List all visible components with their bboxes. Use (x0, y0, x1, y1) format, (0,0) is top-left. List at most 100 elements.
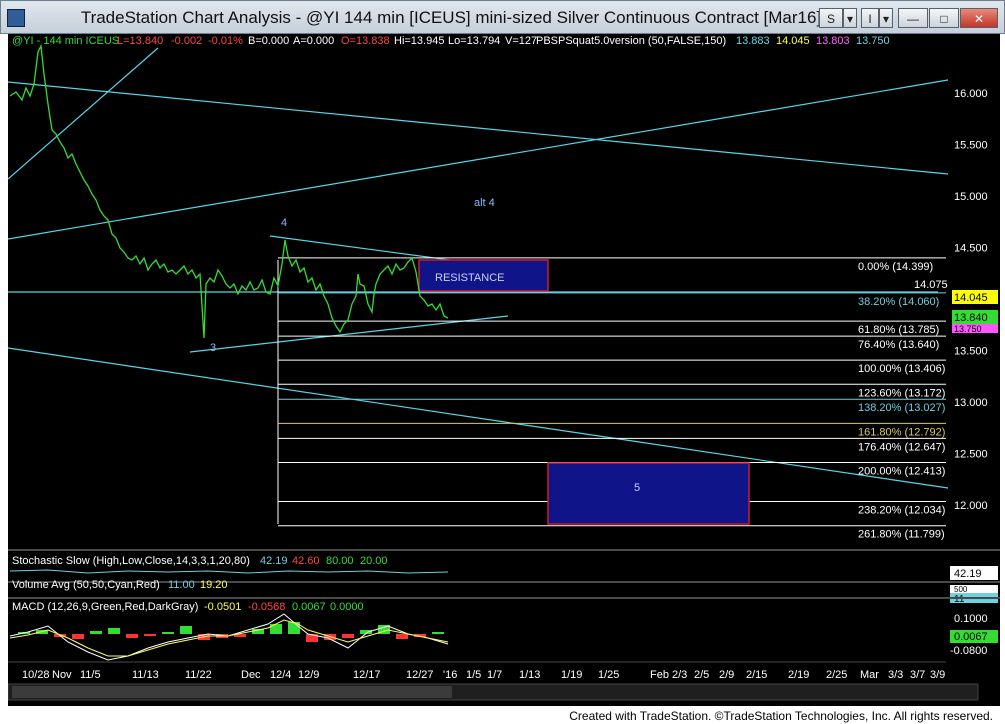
last-price: L=13.840 (117, 35, 163, 47)
time-label-22: 2/25 (826, 669, 847, 681)
time-label-15: 1/25 (598, 669, 619, 681)
time-label-3: 11/13 (132, 669, 159, 681)
price-tick-8: 12.000 (954, 500, 988, 512)
time-label-9: 12/27 (406, 669, 434, 681)
macd-label: MACD (12,26,9,Green,Red,DarkGray) (12, 601, 198, 613)
resistance-label: RESISTANCE (435, 272, 504, 284)
price-badge-1-text: 14.045 (954, 292, 988, 304)
stoch-label: Stochastic Slow (High,Low,Close,14,3,3,1… (12, 555, 250, 567)
time-label-1: Nov (52, 669, 72, 681)
open-value: O=13.838 (341, 35, 390, 47)
time-label-14: 1/19 (561, 669, 582, 681)
time-label-12: 1/7 (487, 669, 502, 681)
footer-bar: Created with TradeStation. ©TradeStation… (0, 706, 1005, 724)
wave5-label: 5 (634, 482, 640, 494)
time-label-13: 1/13 (519, 669, 540, 681)
fib-label-1: 38.20% (14.060) (858, 296, 939, 308)
wave5-target-zone[interactable] (547, 462, 750, 525)
fib-label-10: 238.20% (12.034) (858, 504, 945, 516)
close-button[interactable]: ✕ (960, 8, 998, 28)
study-label: PBSPSquat5.0version (50,FALSE,150) (536, 35, 726, 47)
bid-value: B=0.000 (248, 35, 289, 47)
price-badge-3-text: 13.750 (954, 324, 982, 334)
stoch-value-3: 80.00 (326, 555, 354, 567)
macd-bar-14 (270, 624, 282, 634)
wave4-label: 4 (281, 217, 287, 229)
time-label-16: Feb (650, 669, 669, 681)
macd-tick-1: 0.1000 (954, 613, 988, 625)
fib-label-0: 0.00% (14.399) (858, 261, 933, 273)
macd-bar-8 (162, 632, 174, 634)
lo-value: Lo=13.794 (448, 35, 500, 47)
macd-value-3: 0.0067 (292, 601, 326, 613)
macd-tick-2: -0.0800 (950, 645, 987, 657)
change-value: -0.002 (171, 35, 202, 47)
price-tick-3: 14.500 (954, 243, 988, 255)
macd-bar-7 (144, 634, 156, 636)
i-menu-button[interactable]: I (861, 8, 879, 28)
stoch-value-1: 42.19 (260, 555, 288, 567)
time-label-4: 11/22 (185, 669, 212, 681)
macd-value-1: -0.0501 (204, 601, 241, 613)
fib-label-8: 176.40% (12.647) (858, 441, 945, 453)
fib-label-7: 161.80% (12.792) (858, 426, 945, 438)
stoch-line (9, 569, 449, 574)
fib-label-9: 200.00% (12.413) (858, 465, 945, 477)
macd-bar-6 (126, 634, 138, 638)
time-label-26: 3/9 (930, 669, 945, 681)
time-scrollbar-thumb[interactable] (12, 686, 452, 698)
volume-value-1: 11.00 (168, 579, 195, 591)
time-label-7: 12/9 (298, 669, 319, 681)
s-menu-button[interactable]: S (819, 8, 843, 28)
s-dropdown-icon[interactable]: ▾ (843, 8, 857, 28)
time-label-11: 1/5 (466, 669, 481, 681)
level-14075-label: 14.075 (914, 279, 948, 291)
volume-value: V=127 (505, 35, 537, 47)
study-value-2: 14.045 (776, 35, 810, 47)
stoch-value-4: 20.00 (360, 555, 388, 567)
price-series (9, 43, 449, 339)
i-dropdown-icon[interactable]: ▾ (879, 8, 893, 28)
study-value-4: 13.750 (856, 35, 890, 47)
time-label-25: 3/7 (910, 669, 925, 681)
time-label-5: Dec (241, 669, 261, 681)
time-label-19: 2/9 (719, 669, 734, 681)
change-pct: -0.01% (208, 35, 243, 47)
price-tick-1: 15.500 (954, 140, 988, 152)
time-label-10: '16 (443, 669, 457, 681)
macd-bar-21 (396, 634, 408, 639)
price-tick-6: 13.000 (954, 397, 988, 409)
restore-button[interactable]: □ (929, 8, 959, 28)
chart-area[interactable]: @YI - 144 min ICEUS L=13.840 -0.002 -0.0… (8, 34, 1000, 706)
macd-bar-9 (180, 626, 192, 634)
macd-value-2: -0.0568 (248, 601, 285, 613)
time-label-18: 2/5 (694, 669, 709, 681)
volume-badge-1-text: 500 (954, 585, 968, 594)
title-bar: TradeStation Chart Analysis - @YI 144 mi… (0, 0, 1005, 34)
volume-value-2: 19.20 (200, 579, 228, 591)
macd-badge-text: 0.0067 (954, 631, 988, 643)
time-label-24: 3/3 (888, 669, 903, 681)
price-tick-5: 13.500 (954, 346, 988, 358)
minimize-button[interactable]: — (898, 8, 928, 28)
price-tick-0: 16.000 (954, 88, 988, 100)
fib-label-2: 61.80% (13.785) (858, 324, 939, 336)
volume-label: Volume Avg (50,50,Cyan,Red) (12, 579, 160, 591)
volume-badge-2-text: 11 (954, 594, 965, 605)
macd-bar-23 (432, 632, 444, 634)
macd-bar-5 (108, 628, 120, 634)
study-value-3: 13.803 (816, 35, 850, 47)
fib-label-4: 100.00% (13.406) (858, 363, 945, 375)
alt4-label: alt 4 (474, 197, 495, 209)
study-value-1: 13.883 (736, 35, 770, 47)
fib-label-3: 76.40% (13.640) (858, 339, 939, 351)
price-badge-2-text: 13.840 (954, 312, 988, 324)
tradestation-window: TradeStation Chart Analysis - @YI 144 mi… (0, 0, 1005, 724)
macd-value-4: 0.0000 (330, 601, 364, 613)
time-label-2: 11/5 (80, 669, 101, 681)
stoch-badge-text: 42.19 (954, 568, 982, 580)
time-label-21: 2/19 (788, 669, 809, 681)
fib-label-11: 261.80% (11.799) (858, 529, 945, 541)
footer-credit: Created with TradeStation. ©TradeStation… (569, 709, 993, 723)
time-label-20: 2/15 (746, 669, 767, 681)
